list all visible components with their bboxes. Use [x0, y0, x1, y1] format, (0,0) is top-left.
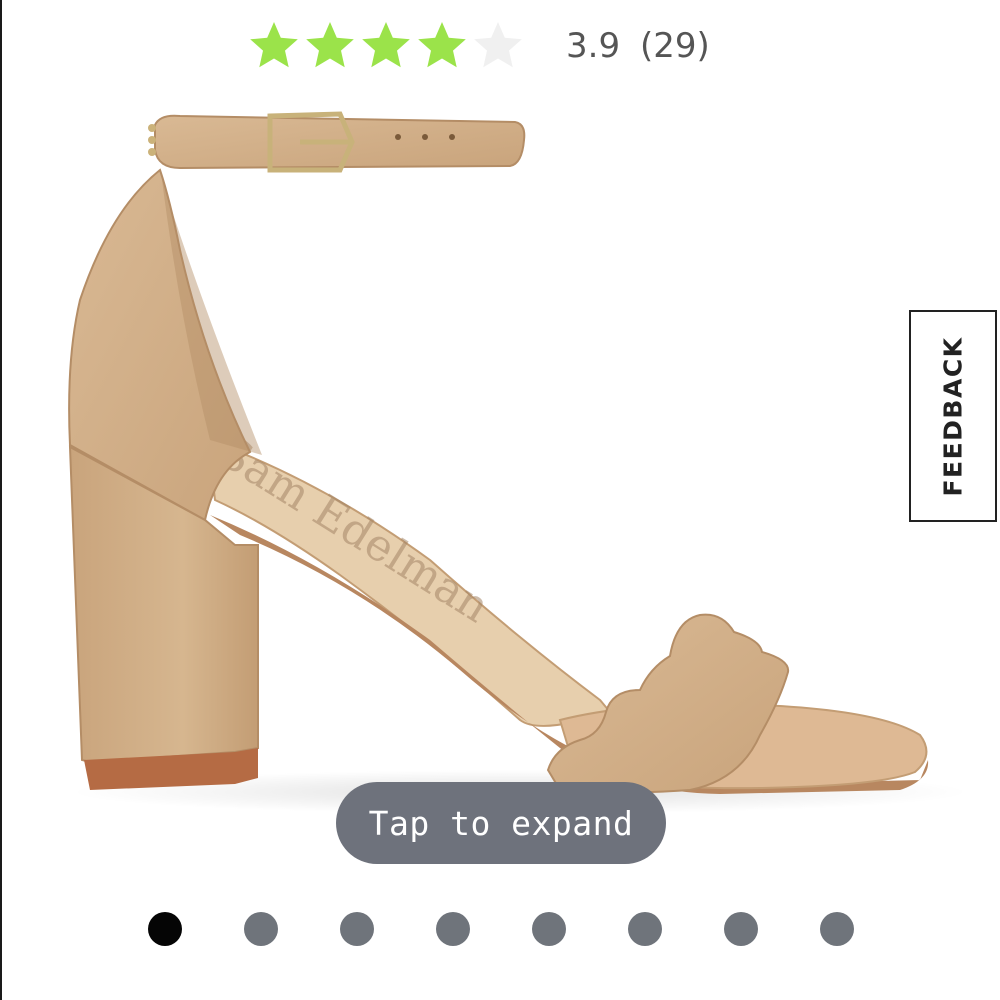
carousel-dot[interactable] — [724, 912, 758, 946]
carousel-dot[interactable] — [820, 912, 854, 946]
star-empty-icon — [474, 22, 522, 68]
feedback-label: FEEDBACK — [938, 335, 968, 497]
product-rating[interactable]: 3.9 (29) — [246, 18, 710, 74]
image-carousel-pagination — [0, 912, 1000, 946]
tap-to-expand-button[interactable]: Tap to expand — [336, 782, 666, 864]
tap-to-expand-label: Tap to expand — [368, 803, 634, 843]
star-filled-icon — [362, 22, 410, 68]
feedback-tab[interactable]: FEEDBACK — [909, 310, 997, 522]
carousel-dot[interactable] — [340, 912, 374, 946]
product-image[interactable]: Sam Edelman — [0, 90, 1000, 870]
carousel-dot-active[interactable] — [148, 912, 182, 946]
carousel-dot[interactable] — [244, 912, 278, 946]
stars-graphic — [250, 22, 522, 68]
rating-value: 3.9 — [566, 26, 621, 66]
review-count[interactable]: (29) — [640, 26, 710, 66]
rating-stars — [246, 18, 526, 74]
carousel-dot[interactable] — [628, 912, 662, 946]
star-filled-icon — [306, 22, 354, 68]
carousel-dot[interactable] — [532, 912, 566, 946]
star-filled-icon — [250, 22, 298, 68]
strap-snaps — [148, 124, 156, 156]
carousel-dot[interactable] — [436, 912, 470, 946]
star-filled-icon — [418, 22, 466, 68]
